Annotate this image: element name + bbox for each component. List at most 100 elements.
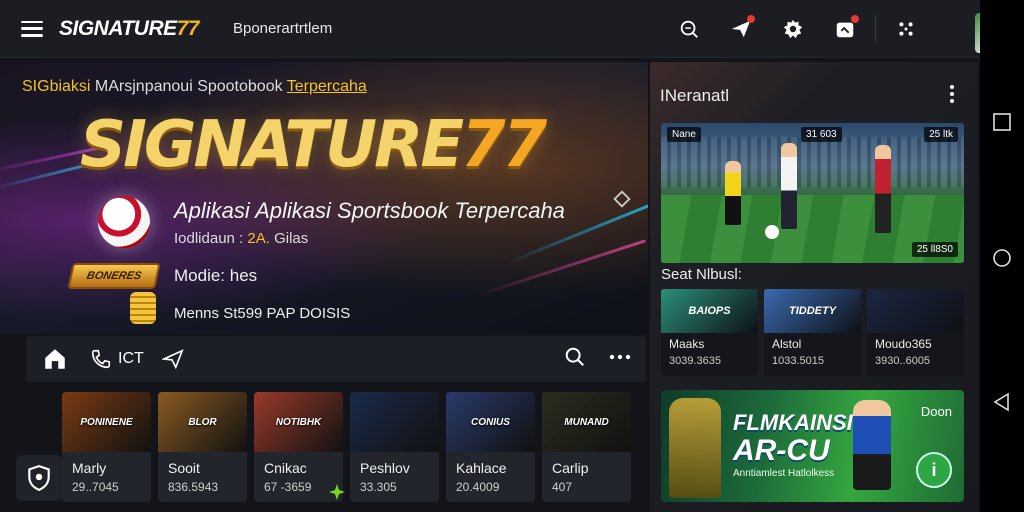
phone-icon [91, 349, 111, 369]
info-icon[interactable]: i [916, 452, 952, 488]
promo-line1: FLMKAINSI [733, 410, 853, 435]
grid-icon[interactable] [880, 0, 932, 58]
right-panel-title: INeranatl [660, 86, 729, 105]
mini-card-value: 3039.3635 [669, 355, 721, 367]
top-icons [663, 0, 980, 58]
soccer-ball-icon [98, 196, 150, 248]
hero-title-number: 77 [461, 108, 547, 182]
game-tile-art: MUNAND [542, 392, 631, 452]
player-figure [853, 400, 891, 490]
back-icon[interactable] [992, 392, 1012, 412]
mini-card-art [867, 289, 964, 333]
game-tile-art: PONINENE [62, 392, 151, 452]
toolbar-right [564, 346, 632, 368]
coins-icon [130, 292, 156, 324]
hero-tag-middle: MArsjnpanoui Spootobook [90, 78, 287, 95]
game-tiles: PONINENE Marly 29..7045 BLOR Sooit 836.5943 NO… [62, 392, 631, 502]
promo-banner[interactable]: FLMKAINSI AR-CU Anntiamlest Hatlolkess D… [661, 390, 964, 502]
game-tile[interactable]: PONINENE Marly 29..7045 [62, 392, 151, 502]
brand-logo[interactable]: SIGNATURE77 [59, 17, 199, 41]
mini-card-value: 1033.5015 [772, 355, 824, 367]
brand-number: 77 [176, 16, 200, 40]
right-panel: INeranatl Nane 31 603 25 ltk 25 ll8S0 Se… [650, 62, 978, 512]
game-tile-name: Peshlov [360, 460, 410, 476]
call-label: ICT [118, 350, 144, 367]
hero-toolbar: ICT [26, 336, 646, 382]
search-icon[interactable] [564, 346, 586, 368]
hero-download-line: Iodlidaun : 2A. Gilas [174, 230, 308, 247]
settings-icon[interactable] [767, 0, 819, 58]
match-chip-left: Nane [667, 127, 701, 142]
mini-game-card[interactable]: Moudo365 3930..6005 [867, 289, 964, 376]
mini-card-art-label: TIDDETY [788, 305, 837, 317]
hero-line2-value: 2A. [247, 230, 270, 247]
game-tile[interactable]: CONIUS Kahlace 20.4009 [446, 392, 535, 502]
top-bar: SIGNATURE77 Bponerartrtlem [0, 0, 980, 58]
mini-card-name: Moudo365 [875, 337, 932, 351]
notification-icon[interactable] [819, 0, 871, 58]
hero-mode-line: Modie: hes [174, 266, 258, 285]
home-circle-icon[interactable] [992, 248, 1012, 268]
app-root: SIGNATURE77 Bponerartrtlem SIGbiaksi MAr… [0, 0, 1024, 512]
game-tile-art: CONIUS [446, 392, 535, 452]
game-tile-name: Kahlace [456, 460, 507, 476]
hero-line2-label: Iodlidaun : [174, 230, 248, 247]
featured-match-card[interactable]: Nane 31 603 25 ltk 25 ll8S0 [661, 123, 964, 263]
mini-game-card[interactable]: BAIOPS Maaks 3039.3635 [661, 289, 758, 376]
shield-icon [28, 465, 50, 492]
promo-line2: AR-CU [733, 434, 830, 467]
recents-icon[interactable] [992, 112, 1012, 132]
home-icon[interactable] [42, 346, 68, 372]
game-tile[interactable]: MUNAND Carlip 407 [542, 392, 631, 502]
game-tile-art-label: CONIUS [471, 416, 510, 428]
more-vertical-icon[interactable] [950, 84, 954, 104]
shield-button[interactable] [16, 455, 62, 501]
send-icon[interactable] [161, 348, 184, 370]
more-horizontal-icon[interactable] [608, 346, 632, 368]
mini-card-value: 3930..6005 [875, 355, 931, 367]
game-tile-value: 407 [552, 480, 573, 494]
send-icon[interactable] [715, 0, 767, 58]
match-score: 25 ll8S0 [911, 242, 958, 257]
player-figure [725, 161, 741, 225]
game-tile-name: Sooit [168, 460, 200, 476]
sparkle-icon [329, 484, 345, 500]
hero-headline: Aplikasi Aplikasi Sportsbook Terpercaha [174, 198, 565, 223]
game-tile-art-label: PONINENE [80, 416, 133, 428]
mini-card-art-label: BAIOPS [688, 305, 731, 317]
match-ball [765, 225, 779, 239]
game-tile-name: Cnikac [264, 460, 307, 476]
mini-game-card[interactable]: TIDDETY Alstol 1033.5015 [764, 289, 861, 376]
mini-card-art: TIDDETY [764, 289, 861, 333]
section-subtitle: Seat Nlbusl: [661, 266, 742, 283]
hero-tag-link[interactable]: Terpercaha [287, 78, 367, 95]
search-icon[interactable] [663, 0, 715, 58]
game-tile[interactable]: Peshlov 33.305 [350, 392, 439, 502]
top-subtitle: Bponerartrtlem [232, 20, 333, 37]
hero-deposit-line: Menns St599 PAP DOISIS [174, 305, 351, 322]
hero-title-text: SIGNATURE [80, 108, 464, 182]
mini-card-name: Maaks [669, 337, 705, 351]
match-chip-right: 25 ltk [924, 127, 958, 142]
warrior-figure [669, 398, 721, 498]
share-icon[interactable] [611, 188, 633, 210]
menu-icon[interactable] [21, 20, 43, 37]
promo-line3: Anntiamlest Hatlolkess [733, 468, 835, 479]
hero-tag-prefix: SIGbiaksi [22, 78, 91, 95]
send-badge [747, 15, 755, 23]
game-tile-art-label [389, 419, 401, 425]
mini-card-name: Alstol [772, 337, 802, 351]
hero-title: SIGNATURE77 [80, 108, 547, 182]
player-figure [781, 143, 797, 229]
game-tile-art-label: NOTIBHK [275, 416, 322, 428]
brand-text: SIGNATURE [59, 16, 177, 40]
stadium-stand [661, 137, 964, 187]
game-tile-name: Carlip [552, 460, 589, 476]
call-button[interactable]: ICT [90, 348, 144, 370]
hero-line2-rest: Gilas [269, 230, 309, 247]
game-tile[interactable]: BLOR Sooit 836.5943 [158, 392, 247, 502]
game-tile-art-label: MUNAND [564, 416, 609, 428]
notification-badge [851, 15, 859, 23]
bonus-badge[interactable]: BONERES [67, 263, 161, 289]
promo-corner-text: Doon [920, 404, 952, 419]
